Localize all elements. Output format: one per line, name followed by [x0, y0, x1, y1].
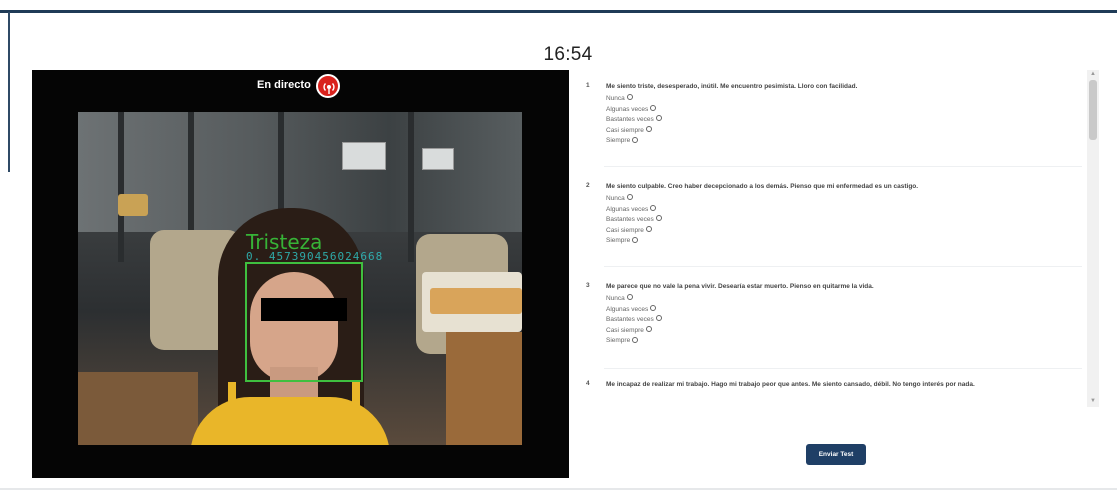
option-siempre[interactable]: Siempre [606, 236, 662, 247]
option-bastantes-veces[interactable]: Bastantes veces [606, 315, 662, 326]
option-label: Algunas veces [606, 305, 649, 313]
radio-button[interactable] [645, 226, 652, 233]
radio-button[interactable] [632, 236, 639, 243]
wall-device [422, 148, 454, 170]
option-label: Bastantes veces [606, 316, 654, 324]
question-text: Me incapaz de realizar mi trabajo. Hago … [606, 381, 975, 388]
option-casi-siempre[interactable]: Casi siempre [606, 126, 662, 137]
radio-button[interactable] [626, 94, 633, 101]
option-siempre[interactable]: Siempre [606, 136, 662, 147]
questionnaire-scrollbar[interactable]: ▲ ▼ [1087, 70, 1099, 407]
radio-button[interactable] [655, 215, 662, 222]
option-nunca[interactable]: Nunca [606, 294, 662, 305]
option-label: Algunas veces [606, 105, 649, 113]
question-text: Me siento triste, desesperado, inútil. M… [606, 83, 858, 90]
question-text: Me parece que no vale la pena vivir. Des… [606, 283, 874, 290]
wall-sign [118, 194, 148, 216]
option-label: Nunca [606, 295, 625, 302]
desk [446, 332, 522, 445]
option-label: Casi siempre [606, 126, 644, 134]
option-label: Siempre [606, 137, 631, 145]
radio-button[interactable] [626, 294, 633, 301]
option-label: Nunca [606, 195, 625, 202]
answer-options: Nunca Algunas veces Bastantes veces Casi… [606, 94, 662, 147]
bottom-border [0, 488, 1117, 490]
radio-button[interactable] [650, 204, 657, 211]
question-number: 1 [586, 82, 590, 89]
answer-options: Nunca Algunas veces Bastantes veces Casi… [606, 194, 662, 247]
radio-button[interactable] [645, 326, 652, 333]
option-algunas-veces[interactable]: Algunas veces [606, 104, 662, 116]
scroll-up-icon[interactable]: ▲ [1089, 71, 1097, 77]
scrollbar-thumb[interactable] [1089, 80, 1097, 140]
webcam-video-panel: En directo Tristeza 0. 457390456024668 [32, 70, 569, 478]
shirt-strap [228, 382, 236, 422]
radio-button[interactable] [632, 336, 639, 343]
radio-button[interactable] [650, 104, 657, 111]
question-divider [604, 166, 1082, 167]
option-siempre[interactable]: Siempre [606, 336, 662, 347]
question-text: Me siento culpable. Creo haber decepcion… [606, 183, 919, 190]
left-border [8, 12, 10, 172]
option-casi-siempre[interactable]: Casi siempre [606, 226, 662, 237]
option-bastantes-veces[interactable]: Bastantes veces [606, 215, 662, 226]
window-frame [118, 112, 124, 262]
person-shirt [190, 397, 390, 445]
option-algunas-veces[interactable]: Algunas veces [606, 204, 662, 216]
question-divider [604, 368, 1082, 369]
option-label: Siempre [606, 237, 631, 245]
eyes-censor-bar [261, 298, 347, 321]
option-algunas-veces[interactable]: Algunas veces [606, 304, 662, 316]
question-number: 2 [586, 182, 590, 189]
window-frame [408, 112, 414, 262]
option-label: Bastantes veces [606, 116, 654, 124]
wall-device [342, 142, 386, 170]
radio-button[interactable] [655, 115, 662, 122]
questionnaire-panel[interactable]: 1 Me siento triste, desesperado, inútil.… [574, 70, 1099, 407]
option-label: Casi siempre [606, 226, 644, 234]
option-label: Siempre [606, 337, 631, 345]
face-detection-box [245, 262, 363, 382]
option-label: Nunca [606, 95, 625, 102]
option-label: Bastantes veces [606, 216, 654, 224]
shirt-strap [352, 382, 360, 422]
question-number: 3 [586, 282, 590, 289]
option-casi-siempre[interactable]: Casi siempre [606, 326, 662, 337]
camera-feed: Tristeza 0. 457390456024668 [78, 112, 522, 445]
question-number: 4 [586, 380, 590, 387]
radio-button[interactable] [632, 136, 639, 143]
live-label: En directo [257, 79, 311, 91]
answer-options: Nunca Algunas veces Bastantes veces Casi… [606, 294, 662, 347]
question-divider [604, 266, 1082, 267]
radio-button[interactable] [645, 126, 652, 133]
folder-stack [430, 288, 522, 314]
broadcast-icon[interactable] [316, 74, 340, 98]
radio-button[interactable] [655, 315, 662, 322]
top-border [0, 10, 1117, 13]
option-label: Casi siempre [606, 326, 644, 334]
emotion-probability: 0. 457390456024668 [246, 250, 384, 263]
option-nunca[interactable]: Nunca [606, 194, 662, 205]
option-nunca[interactable]: Nunca [606, 94, 662, 105]
option-label: Algunas veces [606, 205, 649, 213]
countdown-timer: 16:54 [543, 44, 593, 65]
scroll-down-icon[interactable]: ▼ [1089, 398, 1097, 404]
floor [78, 372, 198, 445]
submit-test-button[interactable]: Enviar Test [806, 444, 866, 465]
radio-button[interactable] [626, 194, 633, 201]
radio-button[interactable] [650, 304, 657, 311]
option-bastantes-veces[interactable]: Bastantes veces [606, 115, 662, 126]
